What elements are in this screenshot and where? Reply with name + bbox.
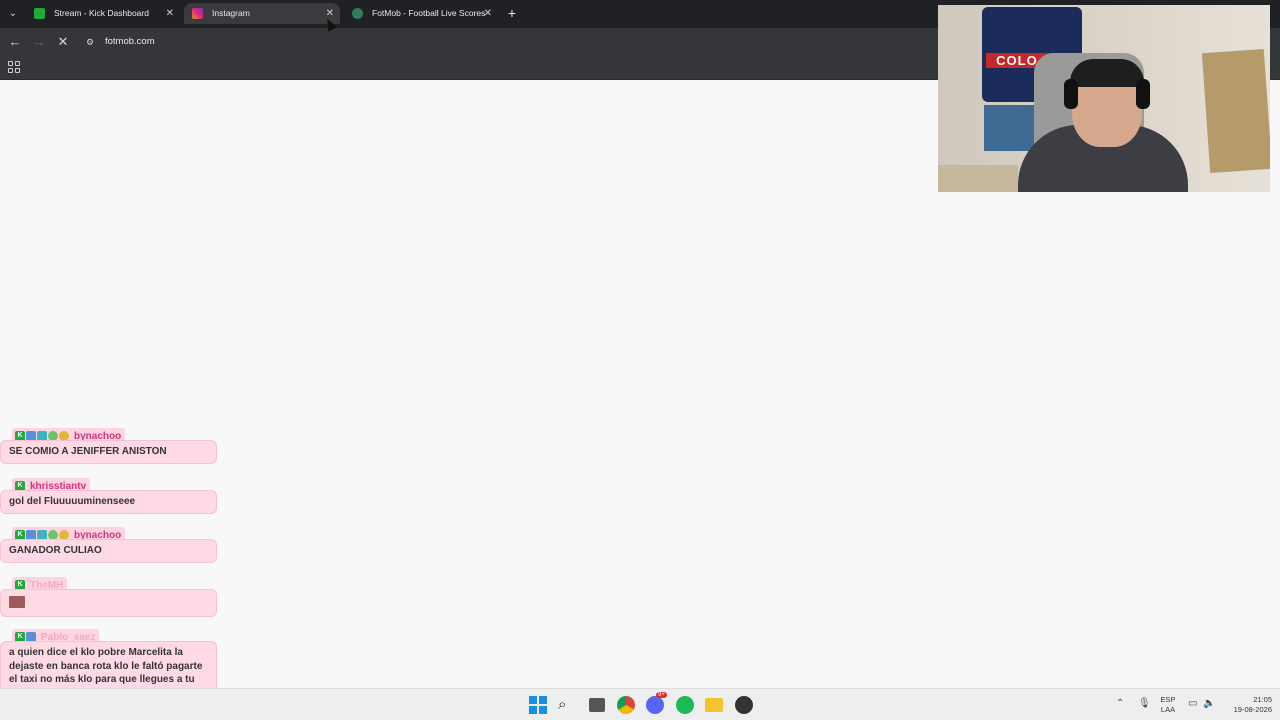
back-arrow-icon[interactable]: ← xyxy=(6,33,24,51)
tab-kick-dashboard[interactable]: Stream - Kick Dashboard ✕ xyxy=(26,3,180,24)
kick-icon xyxy=(34,8,45,19)
discord-badge: 9+ xyxy=(656,692,667,698)
fotmob-icon xyxy=(352,8,363,19)
chat-text: GANADOR CULIAO xyxy=(0,539,217,563)
clock[interactable]: 21:05 19-08-2026 xyxy=(1222,695,1272,715)
clock-time: 21:05 xyxy=(1253,695,1272,704)
address-bar[interactable]: fotmob.com xyxy=(105,35,155,49)
tab-instagram[interactable]: Instagram ✕ xyxy=(184,3,340,24)
task-view-icon[interactable] xyxy=(589,698,605,712)
site-settings-icon[interactable]: ⚙ xyxy=(86,36,98,48)
wall-map xyxy=(1201,48,1270,174)
headset-icon xyxy=(1136,79,1150,109)
chat-text xyxy=(0,589,217,617)
chat-text: SE COMIO A JENIFFER ANISTON xyxy=(0,440,217,464)
window-frame xyxy=(938,165,1018,192)
clock-date: 19-08-2026 xyxy=(1233,705,1272,714)
headset-icon xyxy=(1064,79,1078,109)
stop-loading-icon[interactable]: ✕ xyxy=(54,33,72,51)
close-icon[interactable]: ✕ xyxy=(484,3,492,24)
start-windows-icon[interactable] xyxy=(529,696,547,714)
tab-label: Instagram xyxy=(212,8,250,18)
volume-icon[interactable]: 🔈 xyxy=(1203,698,1215,709)
microphone-icon[interactable]: 🎙 xyxy=(1138,698,1151,709)
new-tab-button[interactable]: + xyxy=(505,4,519,22)
tab-label: Stream - Kick Dashboard xyxy=(54,8,149,18)
windows-taskbar: ⌕ 9+ ⌃ 🎙 ESP LAA ▭ 🔈 21:05 19-08-2026 xyxy=(0,688,1280,720)
forward-arrow-icon[interactable]: → xyxy=(30,33,48,51)
emote-image xyxy=(9,596,25,608)
close-icon[interactable]: ✕ xyxy=(166,3,174,24)
chevron-up-icon[interactable]: ⌃ xyxy=(1116,698,1124,709)
discord-icon[interactable] xyxy=(646,696,664,714)
file-explorer-icon[interactable] xyxy=(705,698,723,712)
anime-poster xyxy=(984,105,1040,151)
language-code: ESP xyxy=(1160,695,1176,704)
streamer-hair xyxy=(1070,59,1144,87)
webcam-overlay: COLO CO xyxy=(938,5,1270,192)
chrome-icon[interactable] xyxy=(617,696,635,714)
network-icon[interactable]: ▭ xyxy=(1188,698,1197,709)
chat-text: gol del Fluuuuuminenseee xyxy=(0,490,217,514)
tab-fotmob[interactable]: FotMob - Football Live Scores ✕ xyxy=(344,3,498,24)
search-icon[interactable]: ⌕ xyxy=(558,696,576,714)
keyboard-layout: LAA xyxy=(1160,705,1176,714)
tab-label: FotMob - Football Live Scores xyxy=(372,8,486,18)
apps-grid-icon[interactable] xyxy=(8,61,20,73)
language-indicator[interactable]: ESP LAA xyxy=(1158,695,1178,715)
obs-icon[interactable] xyxy=(735,696,753,714)
tab-search-chevron-icon[interactable]: ⌄ xyxy=(4,5,22,23)
instagram-icon xyxy=(192,8,203,19)
spotify-icon[interactable] xyxy=(676,696,694,714)
